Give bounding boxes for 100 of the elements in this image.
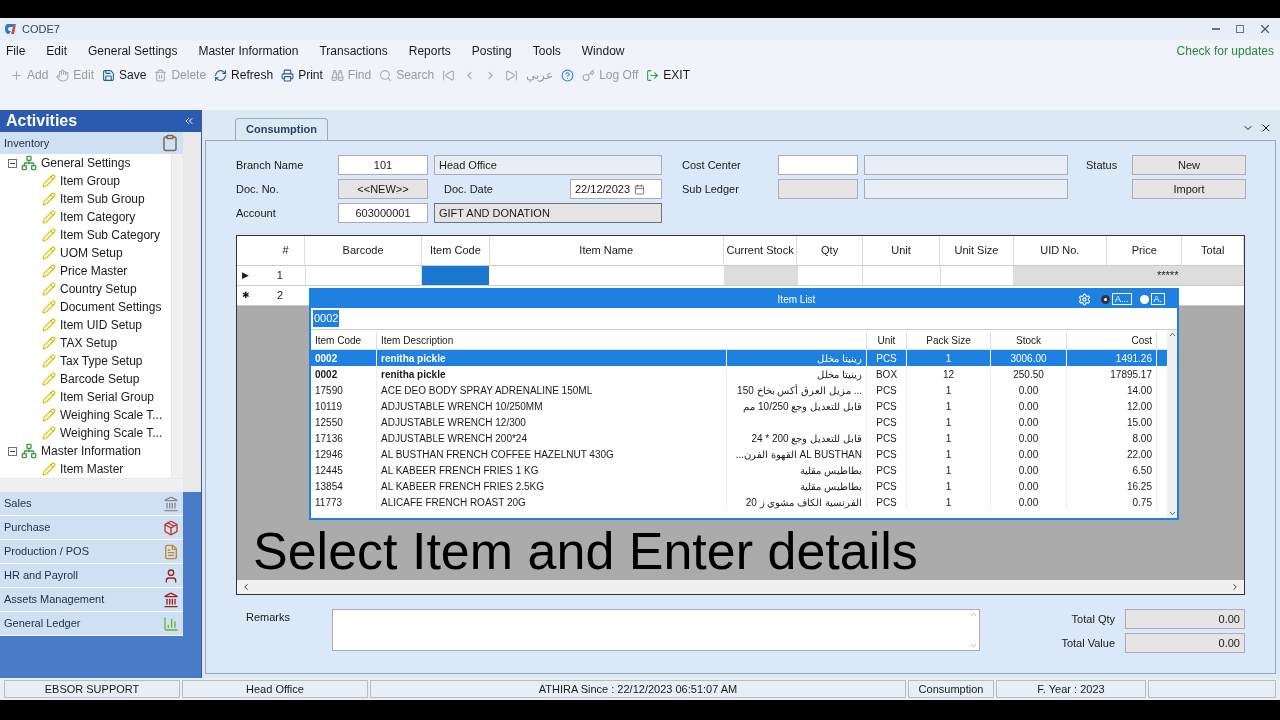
radio-button[interactable] [1139, 294, 1149, 304]
text-field[interactable]: Head Office [434, 155, 662, 175]
text-field[interactable]: GIFT AND DONATION [434, 203, 662, 223]
text-field[interactable]: 0.00 [1125, 609, 1245, 629]
toolbar-button[interactable]: Refresh [214, 66, 274, 84]
tree-item[interactable]: Item Group [60, 172, 121, 190]
tree-item[interactable]: General Settings [41, 154, 131, 172]
maximize-button[interactable] [1236, 25, 1244, 33]
tree-item[interactable]: UOM Setup [60, 244, 123, 262]
grid-row[interactable]: ▶ 1 ***** [237, 266, 1244, 286]
column-header[interactable]: Qty [797, 236, 863, 265]
menu-item[interactable]: Reports [408, 42, 451, 60]
column-header[interactable]: Current Stock [723, 236, 798, 265]
scrollbar[interactable] [0, 478, 183, 492]
search-field[interactable]: 0002 [313, 310, 340, 327]
pencil-icon [42, 426, 56, 440]
section-header[interactable]: HR and Payroll [0, 564, 183, 588]
section-header[interactable]: Assets Management [0, 588, 183, 612]
scrollbar[interactable] [171, 154, 183, 478]
tree-item[interactable]: Weighing Scale T... [60, 424, 163, 442]
grid-cell[interactable] [304, 266, 422, 285]
column-header[interactable]: UID No. [1013, 236, 1107, 265]
column-header[interactable]: Total [1182, 236, 1244, 265]
text-field[interactable]: 101 [338, 155, 428, 175]
sub-ledger-field[interactable] [778, 179, 858, 199]
section-header[interactable]: Purchase [0, 516, 183, 540]
column-header[interactable]: Item Code [422, 236, 490, 265]
scroll-down-icon[interactable] [1167, 509, 1177, 518]
toolbar-button[interactable]: EXIT [646, 66, 690, 84]
calendar-icon[interactable] [634, 183, 646, 195]
section-header[interactable]: General Ledger [0, 612, 183, 636]
active-cell[interactable] [421, 266, 490, 285]
column-header[interactable]: Item Description [377, 332, 867, 349]
tree-item[interactable]: TAX Setup [60, 334, 118, 352]
column-header[interactable]: Pack Size [907, 332, 991, 349]
tree-item[interactable]: Item Serial Group [60, 388, 155, 406]
grid-cell[interactable] [797, 266, 863, 285]
status-field[interactable]: New [1132, 155, 1246, 175]
update-link[interactable]: Check for updates [1176, 42, 1274, 60]
close-icon[interactable] [1258, 22, 1272, 36]
option-label[interactable]: A... [1112, 293, 1132, 305]
cost-center-name-field[interactable] [864, 155, 1068, 175]
collapse-icon[interactable] [8, 158, 17, 168]
tree-item[interactable]: Item Category [60, 208, 136, 226]
scroll-right-icon[interactable] [1230, 582, 1240, 592]
tab[interactable]: Consumption [235, 118, 328, 140]
grid-cell[interactable] [940, 266, 1014, 285]
tree-item[interactable]: Price Master [60, 262, 128, 280]
scroll-left-icon[interactable] [241, 582, 251, 592]
cost-center-field[interactable] [778, 155, 858, 175]
scroll-up-icon[interactable] [1167, 330, 1177, 339]
tree-item[interactable]: Document Settings [60, 298, 162, 316]
section-header[interactable]: Inventory [0, 132, 183, 154]
menu-item[interactable]: Transactions [319, 42, 388, 60]
tree-item[interactable]: Item Sub Group [60, 190, 145, 208]
menu-item[interactable]: Master Information [198, 42, 299, 60]
sub-ledger-name-field[interactable] [864, 179, 1068, 199]
radio-button[interactable] [1101, 294, 1110, 304]
import-button[interactable]: Import [1132, 179, 1246, 199]
tree-item[interactable]: Master Information [41, 442, 142, 460]
text-field[interactable]: 603000001 [338, 203, 428, 223]
column-header[interactable]: Unit [862, 236, 941, 265]
column-header[interactable]: Barcode [305, 236, 423, 265]
collapse-icon[interactable] [183, 115, 195, 127]
column-header[interactable]: Stock [991, 332, 1067, 349]
date-field[interactable]: 22/12/2023 [570, 179, 662, 199]
tree-item[interactable]: Country Setup [60, 280, 137, 298]
tree-item[interactable]: Item Master [60, 460, 124, 478]
column-header[interactable]: Item Name [489, 236, 724, 265]
section-header[interactable]: Production / POS [0, 540, 183, 564]
tree-item[interactable]: Tax Type Setup [60, 352, 143, 370]
menu-item[interactable]: Posting [471, 42, 512, 60]
menu-item[interactable]: Edit [46, 42, 68, 60]
close-icon[interactable] [1260, 122, 1272, 134]
tree-item[interactable]: Item Sub Category [60, 226, 161, 244]
column-header[interactable]: Unit Size [940, 236, 1014, 265]
menu-item[interactable]: Window [581, 42, 625, 60]
section-header[interactable]: Sales [0, 492, 183, 516]
column-header[interactable]: # [237, 236, 305, 265]
tree-item[interactable]: Item UID Setup [60, 316, 143, 334]
column-header[interactable]: Item Code [311, 332, 377, 349]
option-label[interactable]: A. [1150, 293, 1165, 305]
settings-icon[interactable] [1078, 292, 1091, 306]
column-header[interactable]: Unit [867, 332, 907, 349]
printer-icon [281, 68, 295, 82]
text-field[interactable]: 0.00 [1125, 633, 1245, 653]
scrollbar[interactable] [183, 132, 201, 492]
text-field[interactable]: <<NEW>> [338, 179, 428, 199]
menu-item[interactable]: File [6, 42, 26, 60]
tree-item[interactable]: Weighing Scale T... [60, 406, 163, 424]
toolbar-button[interactable]: Print [281, 66, 323, 84]
column-header[interactable]: Cost [1067, 332, 1157, 349]
table-cell: 1 [907, 494, 991, 510]
collapse-icon[interactable] [8, 446, 17, 456]
toolbar-button[interactable] [561, 66, 575, 84]
column-header[interactable]: Price [1107, 236, 1183, 265]
menu-item[interactable]: Tools [532, 42, 561, 60]
toolbar-button[interactable]: Save [102, 66, 147, 84]
menu-item[interactable]: General Settings [88, 42, 178, 60]
tree-item[interactable]: Barcode Setup [60, 370, 140, 388]
